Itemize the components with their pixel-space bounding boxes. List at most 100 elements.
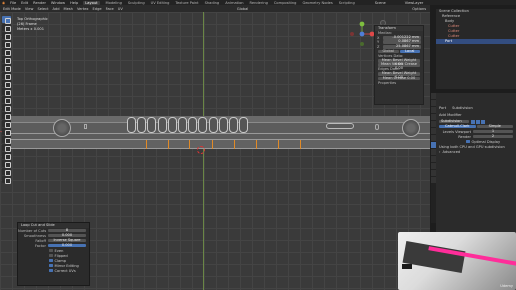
add-cube-icon[interactable] bbox=[2, 80, 11, 88]
annotate-icon[interactable] bbox=[2, 64, 11, 72]
inset-icon[interactable] bbox=[2, 96, 11, 104]
tool-shelf bbox=[2, 16, 11, 216]
mean-vertex-crease-field[interactable]: Mean Vertex Crease 0.00 bbox=[378, 62, 420, 70]
checkbox-label: Mirror Editing bbox=[54, 263, 79, 268]
advanced-row[interactable]: › Advanced bbox=[436, 149, 516, 154]
smooth-icon[interactable] bbox=[2, 144, 11, 152]
menu-help[interactable]: Help bbox=[70, 1, 78, 5]
tab-shading[interactable]: Shading bbox=[205, 1, 220, 5]
bevel-icon[interactable] bbox=[2, 104, 11, 112]
mean-crease-field[interactable]: Mean Crease 0.00 bbox=[378, 75, 420, 81]
vent-slot bbox=[167, 117, 177, 133]
navigation-gizmo[interactable] bbox=[348, 20, 376, 48]
chevron-right-icon[interactable]: › bbox=[439, 150, 440, 154]
tab-geometry-nodes[interactable]: Geometry Nodes bbox=[302, 1, 332, 5]
catmull-clark-button[interactable]: Catmull-Clark bbox=[439, 124, 476, 129]
checkbox-icon[interactable] bbox=[49, 268, 53, 273]
levels-viewport-field[interactable]: 1 bbox=[473, 129, 513, 134]
mesh-edge bbox=[11, 133, 430, 134]
move-icon[interactable] bbox=[2, 32, 11, 40]
edge-slide-icon[interactable] bbox=[2, 152, 11, 160]
tab-rendering[interactable]: Rendering bbox=[250, 1, 268, 5]
checkbox-label: Flipped bbox=[54, 253, 68, 258]
menu-mesh[interactable]: Mesh bbox=[64, 7, 73, 11]
edit-mode-toggle-icon[interactable] bbox=[471, 119, 475, 124]
options-dropdown[interactable]: Options bbox=[412, 7, 426, 11]
tab-animation[interactable]: Animation bbox=[225, 1, 243, 5]
menu-window[interactable]: Window bbox=[51, 1, 65, 5]
properties-panel-title[interactable]: Properties bbox=[375, 81, 423, 86]
scene-selector[interactable]: Scene bbox=[375, 1, 386, 5]
blender-logo-icon[interactable]: ◉ bbox=[2, 1, 5, 5]
tab-uv-editing[interactable]: UV Editing bbox=[151, 1, 170, 5]
webcam-overlay: Udemy bbox=[398, 232, 516, 290]
3d-cursor-icon[interactable] bbox=[197, 146, 205, 154]
gpu-note-row: Using both CPU and GPU subdivision bbox=[436, 144, 516, 149]
checkbox-icon[interactable] bbox=[466, 139, 470, 144]
menu-vertex[interactable]: Vertex bbox=[77, 7, 89, 11]
render-levels-field[interactable]: 2 bbox=[473, 134, 513, 139]
render-toggle-icon[interactable] bbox=[481, 119, 485, 124]
menu-edit[interactable]: Edit bbox=[21, 1, 28, 5]
transform-orientation[interactable]: Global bbox=[237, 7, 248, 11]
modifier-name: Subdivision bbox=[452, 105, 473, 110]
outliner: Scene Collection Reference Body Cutter C… bbox=[436, 9, 516, 89]
select-box-icon[interactable] bbox=[2, 16, 11, 24]
menu-file[interactable]: File bbox=[10, 1, 16, 5]
checkbox-icon[interactable] bbox=[49, 253, 53, 258]
menu-render[interactable]: Render bbox=[33, 1, 46, 5]
simple-button[interactable]: Simple bbox=[476, 124, 513, 129]
falloff-dropdown[interactable]: Inverse Square bbox=[48, 238, 86, 243]
tab-layout[interactable]: Layout bbox=[83, 0, 100, 5]
loop-cut-line bbox=[168, 140, 169, 149]
loop-cut-operator-panel: Loop Cut and Slide Number of Cuts 8 Smoo… bbox=[17, 222, 90, 286]
loop-cut-line bbox=[189, 140, 190, 149]
tab-modeling[interactable]: Modeling bbox=[106, 1, 122, 5]
poly-build-icon[interactable] bbox=[2, 128, 11, 136]
transform-icon[interactable] bbox=[2, 56, 11, 64]
tab-scripting[interactable]: Scripting bbox=[339, 1, 355, 5]
menu-face[interactable]: Face bbox=[106, 7, 114, 11]
checkbox-icon[interactable] bbox=[49, 258, 53, 263]
menu-edge[interactable]: Edge bbox=[93, 7, 102, 11]
modifier-name-field[interactable]: Subdivision bbox=[439, 119, 469, 124]
local-button[interactable]: Local bbox=[399, 49, 420, 54]
knife-icon[interactable] bbox=[2, 120, 11, 128]
number-of-cuts-field[interactable]: 8 bbox=[48, 228, 86, 233]
view-layer-selector[interactable]: ViewLayer bbox=[405, 1, 424, 5]
global-button[interactable]: Global bbox=[378, 49, 399, 54]
factor-field[interactable]: 0.000 bbox=[48, 243, 86, 248]
checkbox-icon[interactable] bbox=[49, 263, 53, 268]
gpu-note: Using both CPU and GPU subdivision bbox=[439, 144, 505, 149]
viewport-info: Top Orthographic (26) Frame Meters x 0.0… bbox=[17, 17, 48, 32]
viewport-toggle-icon[interactable] bbox=[476, 119, 480, 124]
add-modifier-row: Add Modifier bbox=[436, 112, 516, 117]
cursor-icon[interactable] bbox=[2, 24, 11, 32]
checkbox-label: Even bbox=[54, 248, 64, 253]
rotate-icon[interactable] bbox=[2, 40, 11, 48]
shrink-fatten-icon[interactable] bbox=[2, 160, 11, 168]
add-modifier-button[interactable]: Add Modifier bbox=[439, 113, 462, 117]
mode-selector[interactable]: Edit Mode bbox=[3, 7, 21, 11]
shear-icon[interactable] bbox=[2, 168, 11, 176]
loop-cut-icon[interactable] bbox=[2, 112, 11, 120]
smoothness-field[interactable]: 0.000 bbox=[48, 233, 86, 238]
menu-uv[interactable]: UV bbox=[118, 7, 123, 11]
tab-sculpting[interactable]: Sculpting bbox=[128, 1, 145, 5]
menu-view[interactable]: View bbox=[25, 7, 34, 11]
measure-icon[interactable] bbox=[2, 72, 11, 80]
menu-add[interactable]: Add bbox=[53, 7, 60, 11]
extrude-icon[interactable] bbox=[2, 88, 11, 96]
field-label: Mean Crease bbox=[382, 75, 407, 80]
port-circle-right bbox=[402, 119, 420, 137]
correct-uvs-checkbox[interactable]: Correct UVs bbox=[18, 268, 89, 273]
spin-icon[interactable] bbox=[2, 136, 11, 144]
checkbox-icon[interactable] bbox=[49, 248, 53, 253]
rip-region-icon[interactable] bbox=[2, 176, 11, 184]
tab-compositing[interactable]: Compositing bbox=[274, 1, 297, 5]
menu-select[interactable]: Select bbox=[37, 7, 48, 11]
outliner-item-selected[interactable]: Port bbox=[436, 39, 516, 44]
scale-icon[interactable] bbox=[2, 48, 11, 56]
tab-texture-paint[interactable]: Texture Paint bbox=[175, 1, 198, 5]
vent-slot bbox=[188, 117, 198, 133]
